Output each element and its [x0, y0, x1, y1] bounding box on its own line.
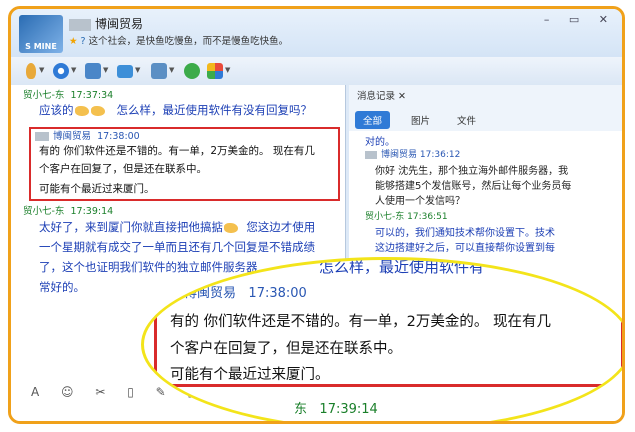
video-icon[interactable] [53, 63, 69, 79]
handshake-icon [90, 105, 105, 116]
filter-files[interactable]: 文件 [449, 111, 484, 129]
filter-all[interactable]: 全部 [355, 111, 391, 129]
message-line: 有的 你们软件还是不错的。有一单，2万美金的。 现在有几 [39, 145, 315, 157]
chevron-down-icon[interactable]: ▼ [39, 66, 44, 74]
zoom-footer-meta: 东 17:39:14 [294, 402, 378, 417]
star-icon: ★ [69, 36, 78, 47]
ok-hand-icon [224, 222, 238, 233]
title-bar: S MINE 博闽贸易 ★? 这个社会，是快鱼吃慢鱼，而不是慢鱼吃快鱼。 – ▭ … [11, 9, 622, 57]
question-icon: ? [80, 36, 86, 47]
history-text: 对的。 [365, 137, 395, 148]
microphone-icon[interactable] [26, 63, 36, 79]
message-line: 太好了，来到厦门你就直接把他搞掂 您这边才使用 [39, 220, 316, 234]
message-meta: 博闽贸易 17:38:00 [35, 128, 140, 142]
apps-icon[interactable] [207, 63, 223, 79]
contact-name: 博闽贸易 [69, 15, 143, 32]
history-line: 这边搭建好之后，可以直接帮你设置到每 [375, 243, 555, 254]
zoom-line: 个客户在回复了，但是还在联系中。 [170, 341, 402, 357]
add-app-icon[interactable] [184, 63, 200, 79]
chevron-down-icon[interactable]: ▼ [103, 66, 108, 74]
window-controls[interactable]: – ▭ ✕ [544, 13, 616, 26]
zoom-meta: 博闽贸易 17:38:00 [184, 286, 307, 301]
message-line: 常好的。 [39, 280, 85, 294]
history-meta: 博闽贸易 17:36:12 [365, 147, 460, 160]
zoom-line: 可能有个最近过来厦门。 [170, 367, 330, 383]
chat-toolbar: ▼ ▼ ▼ ▼ ▼ ▼ [11, 57, 622, 85]
zoom-line: 有的 你们软件还是不错的。有一单，2万美金的。 现在有几 [170, 314, 551, 330]
handshake-icon [74, 105, 89, 116]
message-meta: 贸小七-东 17:37:34 [23, 90, 114, 101]
chevron-down-icon[interactable]: ▼ [225, 66, 230, 74]
history-line: 你好 沈先生，那个独立海外邮件服务器，我 [375, 166, 569, 177]
chevron-down-icon[interactable]: ▼ [169, 66, 174, 74]
zoom-header: 怎么样，最近使用软件有 [319, 258, 485, 276]
message-text: 应该的 怎么样，最近使用软件有没有回复吗？ [39, 103, 312, 117]
tab-history[interactable]: 消息记录 ✕ [357, 88, 406, 102]
redacted-block [69, 18, 91, 31]
close-icon[interactable]: ✕ [398, 91, 406, 102]
contact-logo: S MINE [19, 15, 63, 53]
message-line: 了，这个也证明我们软件的独立邮件服务器 [39, 260, 258, 274]
history-line: 可以的，我们通知技术帮你设置下。技术 [375, 228, 555, 239]
chevron-down-icon[interactable]: ▼ [135, 66, 140, 74]
history-meta: 贸小七-东 17:36:51 [365, 212, 448, 222]
chevron-down-icon[interactable]: ▼ [71, 66, 76, 74]
redacted-block [35, 132, 49, 141]
message-line: 个客户在回复了，但是还在联系中。 [39, 163, 207, 175]
screenshot-frame: S MINE 博闽贸易 ★? 这个社会，是快鱼吃慢鱼，而不是慢鱼吃快鱼。 – ▭ … [8, 6, 625, 424]
history-line: 能够搭建5个发信账号，然后让每个业务员每 [375, 181, 572, 192]
remote-icon[interactable] [151, 63, 167, 79]
message-line: 一个星期就有成交了一单而且还有几个回复是不错成绩 [39, 240, 315, 254]
filter-images[interactable]: 图片 [403, 111, 438, 129]
message-line: 可能有个最近过来厦门。 [39, 183, 155, 195]
screen-icon[interactable] [85, 63, 101, 79]
signature-row: ★? 这个社会，是快鱼吃慢鱼，而不是慢鱼吃快鱼。 [69, 33, 288, 47]
history-line: 人使用一个发信吗？ [375, 196, 465, 207]
signature-text: 这个社会，是快鱼吃慢鱼，而不是慢鱼吃快鱼。 [88, 36, 289, 47]
zoom-callout: 怎么样，最近使用软件有 博闽贸易 17:38:00 有的 你们软件还是不错的。有… [141, 257, 622, 421]
folder-icon[interactable] [117, 65, 133, 78]
message-meta: 贸小七-东 17:39:14 [23, 206, 114, 217]
